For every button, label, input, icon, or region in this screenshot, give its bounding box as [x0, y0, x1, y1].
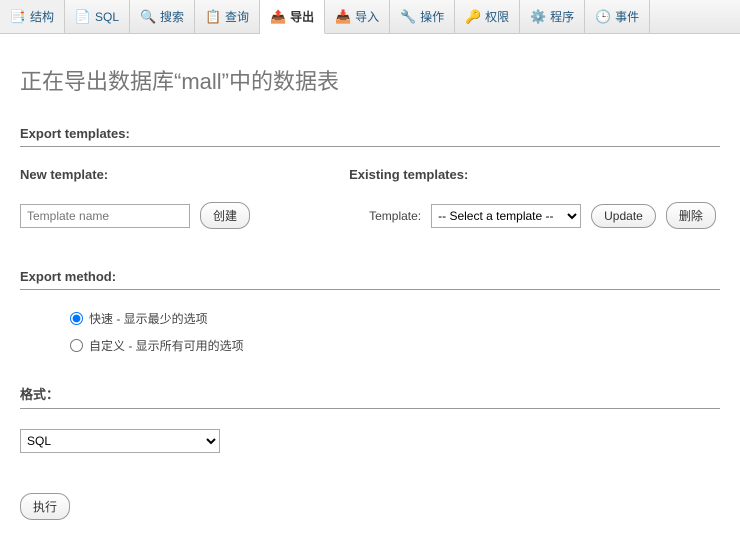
export-icon: 📤 [270, 9, 286, 25]
top-tabs: 📑 结构 📄 SQL 🔍 搜索 📋 查询 📤 导出 📥 导入 🔧 操作 🔑 权限… [0, 0, 740, 34]
export-method-heading: Export method: [20, 269, 720, 290]
operations-icon: 🔧 [400, 9, 416, 25]
existing-templates-col: Existing templates: Template: -- Select … [349, 167, 720, 229]
tab-label: 查询 [225, 8, 249, 25]
tab-routines[interactable]: ⚙️ 程序 [520, 0, 585, 33]
tab-sql[interactable]: 📄 SQL [65, 0, 130, 33]
tab-operations[interactable]: 🔧 操作 [390, 0, 455, 33]
content-area: 正在导出数据库“mall”中的数据表 Export templates: New… [0, 34, 740, 540]
query-icon: 📋 [205, 9, 221, 25]
template-select[interactable]: -- Select a template -- [431, 204, 581, 228]
privileges-icon: 🔑 [465, 9, 481, 25]
quick-method-row[interactable]: 快速 - 显示最少的选项 [70, 310, 720, 327]
tab-label: 导入 [355, 8, 379, 25]
export-templates-heading: Export templates: [20, 126, 720, 147]
tab-label: 程序 [550, 8, 574, 25]
quick-label: 快速 - 显示最少的选项 [89, 310, 208, 327]
tab-label: 搜索 [160, 8, 184, 25]
tab-export[interactable]: 📤 导出 [260, 0, 325, 34]
page-title: 正在导出数据库“mall”中的数据表 [20, 64, 720, 96]
routines-icon: ⚙️ [530, 9, 546, 25]
existing-templates-heading: Existing templates: [349, 167, 720, 182]
search-icon: 🔍 [140, 9, 156, 25]
execute-button[interactable]: 执行 [20, 493, 70, 520]
create-button[interactable]: 创建 [200, 202, 250, 229]
tab-events[interactable]: 🕒 事件 [585, 0, 650, 33]
tab-search[interactable]: 🔍 搜索 [130, 0, 195, 33]
tab-label: 结构 [30, 8, 54, 25]
structure-icon: 📑 [10, 9, 26, 25]
custom-method-row[interactable]: 自定义 - 显示所有可用的选项 [70, 337, 720, 354]
update-button[interactable]: Update [591, 204, 656, 228]
new-template-form: 创建 [20, 202, 329, 229]
tab-import[interactable]: 📥 导入 [325, 0, 390, 33]
format-select[interactable]: SQL [20, 429, 220, 453]
tab-label: 事件 [615, 8, 639, 25]
new-template-heading: New template: [20, 167, 329, 182]
sql-icon: 📄 [75, 9, 91, 25]
template-label: Template: [369, 209, 421, 223]
export-method-group: 快速 - 显示最少的选项 自定义 - 显示所有可用的选项 [20, 310, 720, 354]
tab-structure[interactable]: 📑 结构 [0, 0, 65, 33]
quick-radio[interactable] [70, 312, 83, 325]
tab-label: 操作 [420, 8, 444, 25]
tab-query[interactable]: 📋 查询 [195, 0, 260, 33]
existing-template-form: Template: -- Select a template -- Update… [349, 202, 720, 229]
custom-radio[interactable] [70, 339, 83, 352]
format-heading: 格式： [20, 384, 720, 409]
templates-row: New template: 创建 Existing templates: Tem… [20, 167, 720, 229]
tab-label: SQL [95, 10, 119, 24]
tab-privileges[interactable]: 🔑 权限 [455, 0, 520, 33]
new-template-col: New template: 创建 [20, 167, 329, 229]
custom-label: 自定义 - 显示所有可用的选项 [89, 337, 244, 354]
tab-label: 权限 [485, 8, 509, 25]
events-icon: 🕒 [595, 9, 611, 25]
execute-row: 执行 [20, 493, 720, 520]
delete-button[interactable]: 删除 [666, 202, 716, 229]
template-name-input[interactable] [20, 204, 190, 228]
import-icon: 📥 [335, 9, 351, 25]
tab-label: 导出 [290, 8, 314, 25]
